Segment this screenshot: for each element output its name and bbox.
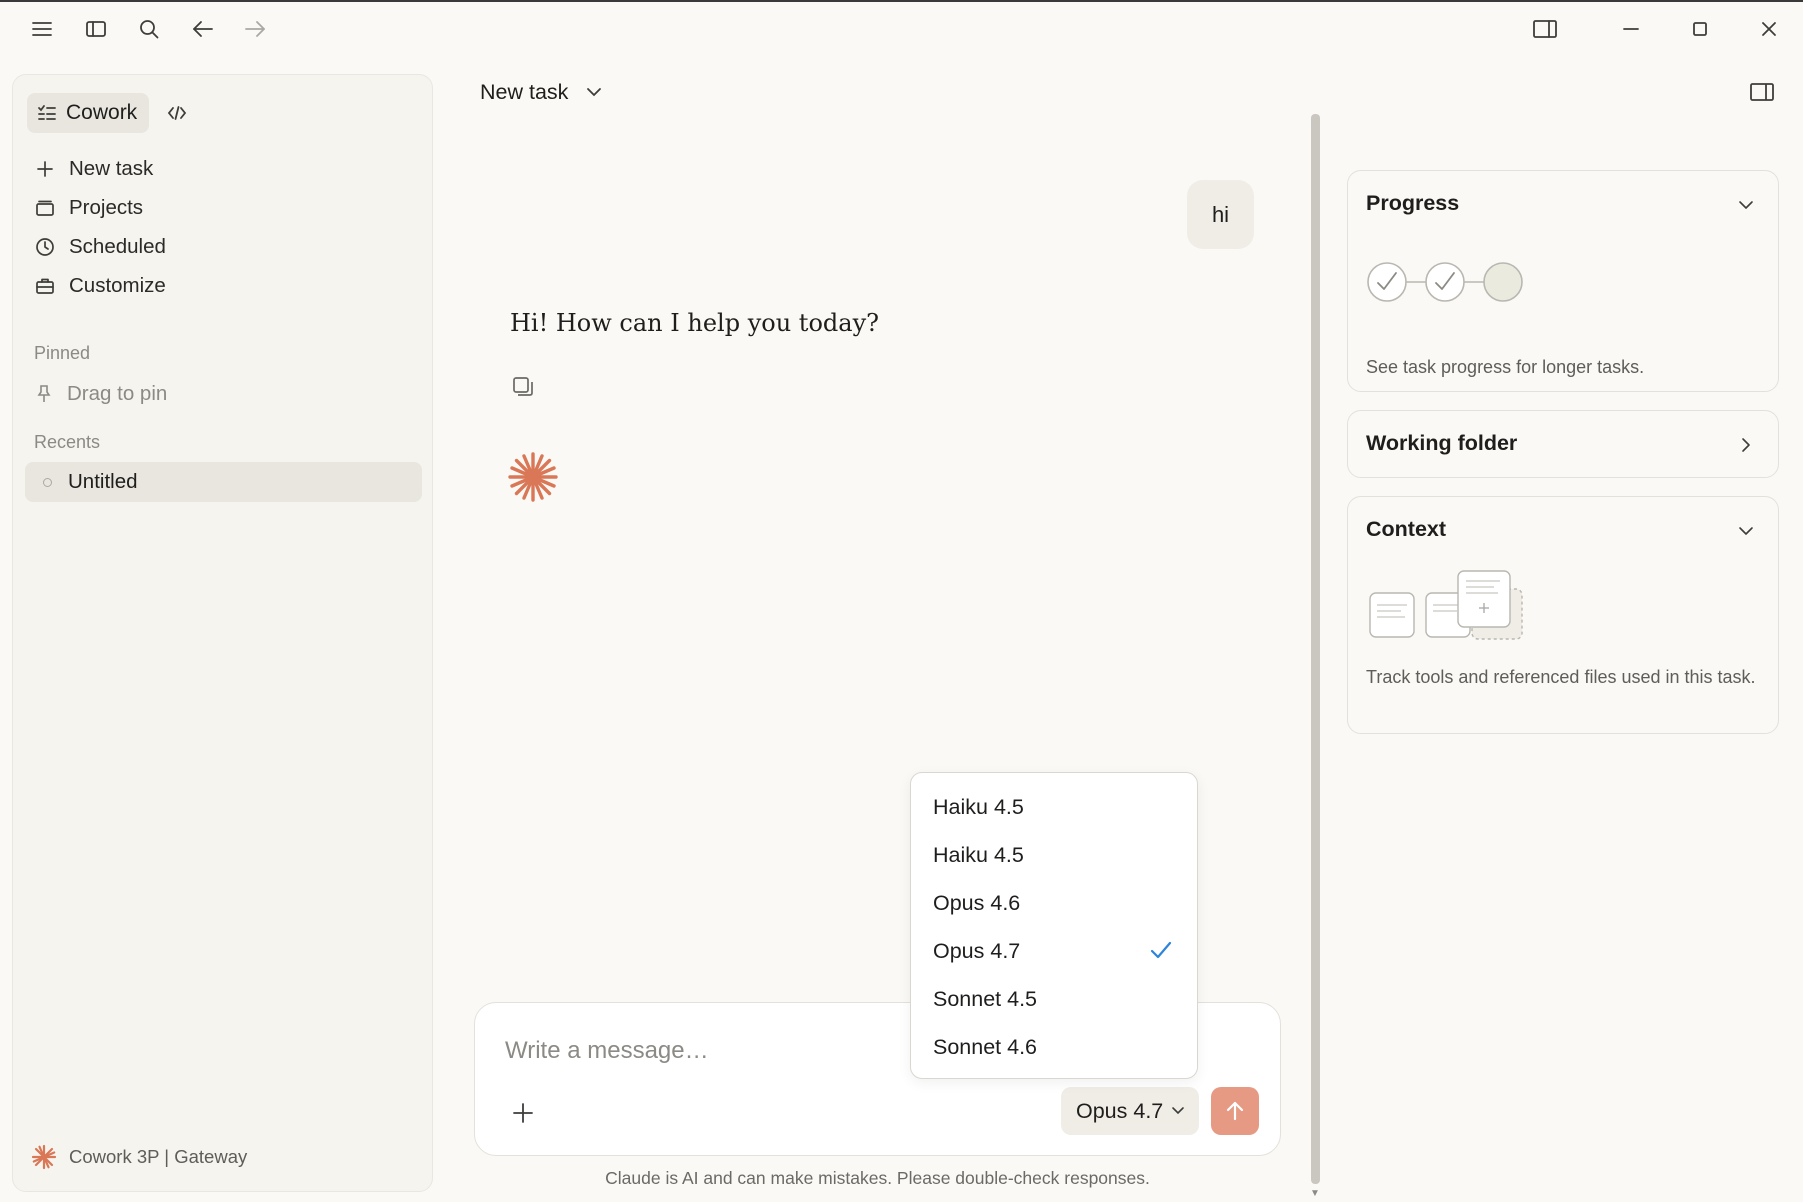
chevron-down-icon [587,88,602,97]
right-panel-toggle-button[interactable] [1744,74,1780,110]
briefcase-icon [36,278,54,294]
sidebar-item-scheduled[interactable]: Scheduled [27,227,419,266]
code-mode-button[interactable] [157,93,197,133]
working-folder-title: Working folder [1366,431,1518,455]
close-icon[interactable] [1751,11,1787,47]
context-description: Track tools and referenced files used in… [1366,667,1756,687]
claude-logo-icon [31,1144,57,1170]
cowork-mode-button[interactable]: Cowork [27,93,150,133]
model-option-sonnet-4-6[interactable]: Sonnet 4.6 [911,1023,1197,1071]
user-message-text: hi [1211,201,1230,227]
assistant-message-text: Hi! How can I help you today? [510,309,879,337]
model-selector-label: Opus 4.7 [1076,1098,1164,1123]
panel-right-icon [1750,83,1774,101]
sidebar-nav: New task Projects Scheduled Customize [27,149,419,305]
working-folder-expand-button[interactable] [1732,431,1760,459]
code-icon [168,106,187,120]
sidebar-item-label: Projects [69,195,144,219]
model-option-label: Haiku 4.5 [933,842,1024,867]
recent-item-label: Untitled [68,470,138,493]
chevron-down-icon [1739,201,1753,209]
context-title: Context [1366,517,1447,541]
model-option-label: Sonnet 4.5 [933,986,1038,1011]
sidebar-item-projects[interactable]: Projects [27,188,419,227]
copy-icon [513,377,533,396]
progress-collapse-button[interactable] [1732,191,1760,219]
title-bar [0,4,1803,58]
arrow-up-icon [1226,1101,1244,1121]
model-option-label: Sonnet 4.6 [933,1034,1038,1059]
sidebar-item-label: New task [69,156,154,180]
working-folder-card[interactable]: Working folder [1347,410,1779,478]
task-list-icon [38,105,56,120]
sidebar-item-customize[interactable]: Customize [27,266,419,305]
model-option-label: Opus 4.6 [933,890,1021,915]
chevron-right-icon [1742,438,1750,452]
model-option-opus-4-6[interactable]: Opus 4.6 [911,879,1197,927]
sidebar-item-label: Customize [69,273,166,297]
model-option-sonnet-4-5[interactable]: Sonnet 4.5 [911,975,1197,1023]
task-title: New task [480,79,569,104]
status-dot-icon [43,477,52,487]
send-button[interactable] [1211,1087,1259,1135]
minimize-icon[interactable] [1613,11,1649,47]
recents-section-label: Recents [34,432,101,452]
context-collapse-button[interactable] [1732,517,1760,545]
drag-to-pin-label: Drag to pin [67,382,168,405]
cowork-mode-label: Cowork [66,101,138,124]
chevron-down-icon [1739,527,1753,535]
workspace-footer[interactable]: Cowork 3P | Gateway [31,1139,247,1175]
plus-icon [513,1103,533,1123]
model-option-label: Haiku 4.5 [933,794,1024,819]
scroll-down-arrow-icon[interactable]: ▼ [1310,1188,1320,1199]
sidebar: Cowork New task Projects Scheduled Custo… [12,74,433,1192]
sidebar-item-new-task[interactable]: New task [27,149,419,188]
mode-switcher: Cowork [27,93,197,133]
scrollbar-thumb[interactable] [1311,114,1320,1184]
forward-arrow-icon[interactable] [237,11,273,47]
progress-steps-illustration [1367,262,1523,302]
sidebar-item-label: Scheduled [69,234,166,258]
menu-icon[interactable] [24,11,60,47]
pinned-section-label: Pinned [34,343,91,363]
checkmark-icon [1149,939,1173,967]
progress-title: Progress [1366,191,1460,215]
user-message-bubble: hi [1187,180,1254,249]
workspace-label: Cowork 3P | Gateway [69,1146,248,1167]
maximize-icon[interactable] [1682,11,1718,47]
model-option-label: Opus 4.7 [933,938,1021,963]
copy-button[interactable] [508,372,538,402]
app-window: Cowork New task Projects Scheduled Custo… [0,0,1803,1202]
back-arrow-icon[interactable] [185,11,221,47]
search-icon[interactable] [131,11,167,47]
model-selector[interactable]: Opus 4.7 [1061,1087,1200,1135]
drag-to-pin-hint: Drag to pin [27,376,167,412]
context-files-illustration [1369,570,1523,640]
chevron-down-icon [1172,1107,1185,1115]
model-option-haiku-4-5[interactable]: Haiku 4.5 [911,783,1197,831]
claude-spark-icon [507,451,559,508]
context-card: Context Track tools and referenced files… [1347,496,1779,734]
chat-scrollbar[interactable] [1311,114,1320,1192]
model-option-opus-4-7[interactable]: Opus 4.7 [911,927,1197,975]
progress-description: See task progress for longer tasks. [1366,357,1645,377]
ai-disclaimer: Claude is AI and can make mistakes. Plea… [605,1168,1150,1188]
model-option-haiku-4-5[interactable]: Haiku 4.5 [911,831,1197,879]
clock-icon [36,237,54,256]
progress-card: Progress See task progress for longer ta… [1347,170,1779,392]
plus-icon [37,160,53,177]
task-title-dropdown[interactable]: New task [480,74,604,110]
pin-icon [37,385,51,402]
add-attachment-button[interactable] [505,1095,541,1131]
sidebar-toggle-icon[interactable] [78,11,114,47]
panel-layout-icon[interactable] [1527,11,1563,47]
folder-icon [36,200,54,216]
recent-item-untitled[interactable]: Untitled [25,462,422,502]
model-dropdown-menu: Haiku 4.5 Haiku 4.5 Opus 4.6 Opus 4.7 So… [910,772,1198,1079]
